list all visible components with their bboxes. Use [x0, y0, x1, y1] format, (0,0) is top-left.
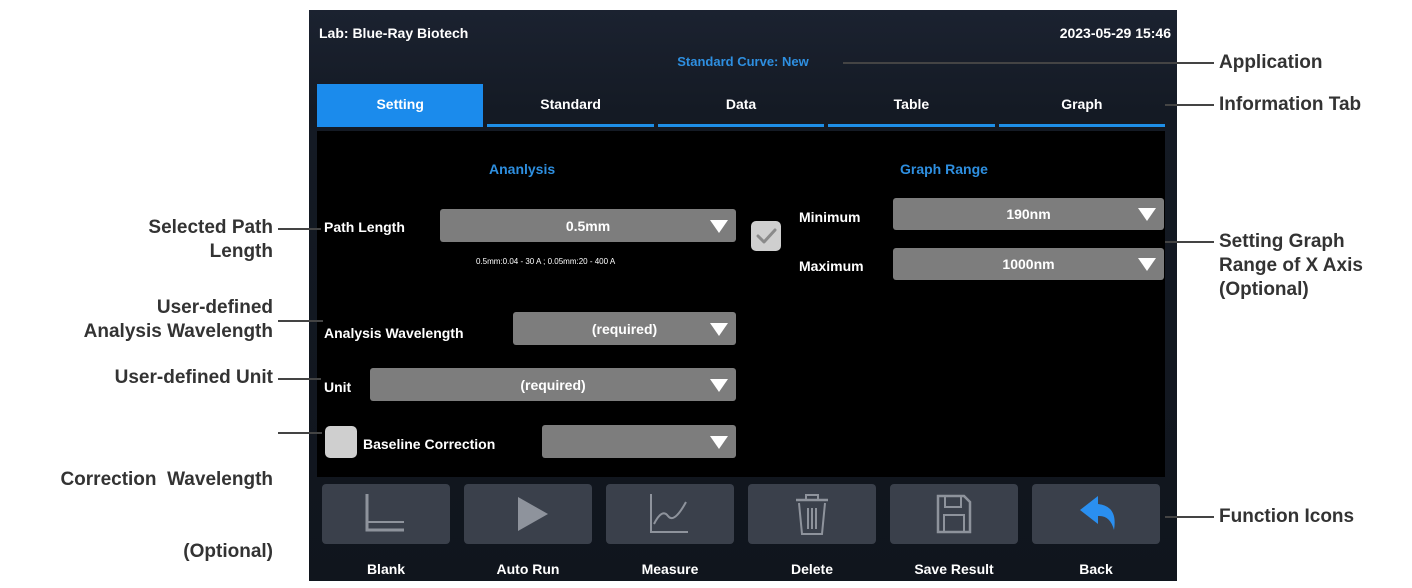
auto-run-button[interactable]: [464, 484, 592, 544]
minimum-dropdown[interactable]: 190nm: [893, 198, 1164, 230]
auto-run-label: Auto Run: [496, 561, 560, 577]
baseline-correction-dropdown[interactable]: [542, 425, 736, 458]
minimum-value: 190nm: [1006, 206, 1051, 222]
trash-icon: [796, 494, 828, 535]
unit-dropdown[interactable]: (required): [370, 368, 736, 401]
device-screen: Lab: Blue-Ray Biotech 2023-05-29 15:46 S…: [309, 10, 1177, 581]
information-tab-callout-line: [1165, 104, 1214, 106]
maximum-value: 1000nm: [1002, 256, 1055, 272]
delete-label: Delete: [790, 561, 834, 577]
graph-range-callout-line: [1165, 241, 1214, 243]
callout-application: Application: [1219, 52, 1323, 73]
tab-data[interactable]: Data: [657, 84, 825, 127]
blank-button[interactable]: [322, 484, 450, 544]
baseline-correction-checkbox[interactable]: [325, 426, 357, 458]
blank-label: Blank: [366, 561, 406, 577]
callout-graph-range: Setting Graph Range of X Axis (Optional): [1219, 231, 1363, 300]
tab-bar: Setting Standard Data Table Graph: [317, 84, 1166, 128]
unit-label: Unit: [324, 379, 352, 395]
chevron-down-icon: [710, 435, 728, 449]
measure-button[interactable]: [606, 484, 734, 544]
delete-button[interactable]: [748, 484, 876, 544]
settings-panel: Ananlysis Graph Range Path Length 0.5mm …: [317, 131, 1165, 477]
maximum-label: Maximum: [799, 258, 864, 274]
path-length-note: 0.5mm:0.04 - 30 A ; 0.05mm:20 - 400 A: [476, 257, 616, 266]
analysis-wavelength-label: Analysis Wavelength: [324, 325, 464, 341]
datetime: 2023-05-29 15:46: [1059, 25, 1171, 41]
chevron-down-icon: [1138, 208, 1156, 221]
chevron-down-icon: [710, 322, 728, 336]
tab-graph[interactable]: Graph: [998, 84, 1166, 127]
callout-user-defined-wavelength: User-defined Analysis Wavelength: [83, 297, 273, 342]
callout-correction-wavelength: Correction Wavelength (Optional): [60, 469, 273, 562]
wavelength-callout-line: [278, 320, 323, 322]
analysis-wavelength-value: (required): [591, 320, 658, 337]
save-result-button[interactable]: [890, 484, 1018, 544]
callout-function-icons: Function Icons: [1219, 506, 1355, 527]
path-length-value: 0.5mm: [565, 217, 611, 234]
maximum-dropdown[interactable]: 1000nm: [893, 248, 1164, 280]
chevron-down-icon: [1138, 258, 1156, 271]
unit-value: (required): [520, 376, 586, 393]
callout-selected-path-length: Selected Path Length: [148, 217, 273, 262]
callout-information-tab: Information Tab: [1219, 94, 1362, 115]
path-length-dropdown[interactable]: 0.5mm: [440, 209, 736, 242]
chevron-down-icon: [710, 219, 728, 233]
save-icon: [936, 494, 972, 534]
minimum-label: Minimum: [799, 209, 861, 225]
back-label: Back: [1079, 561, 1113, 577]
analysis-section-title: Ananlysis: [489, 161, 556, 177]
path-length-callout-line: [278, 228, 321, 230]
graph-range-checkbox[interactable]: [751, 221, 781, 251]
blank-icon: [365, 494, 404, 532]
callout-user-defined-unit: User-defined Unit: [114, 367, 273, 388]
function-icons-callout-line: [1165, 516, 1214, 518]
play-icon: [518, 497, 548, 531]
lab-title: Lab: Blue-Ray Biotech: [319, 25, 469, 41]
function-toolbar: Blank Auto Run Measure Delete Save Resul…: [309, 480, 1177, 581]
back-button[interactable]: [1032, 484, 1160, 544]
tab-table[interactable]: Table: [828, 84, 995, 127]
path-length-label: Path Length: [324, 219, 405, 235]
chevron-down-icon: [710, 378, 728, 392]
measure-label: Measure: [641, 561, 699, 577]
correction-callout-line: [278, 432, 322, 434]
graph-range-section-title: Graph Range: [900, 161, 988, 177]
application-callout-line: [843, 62, 1214, 64]
tab-standard[interactable]: Standard: [487, 84, 654, 127]
baseline-correction-label: Baseline Correction: [363, 436, 496, 452]
back-arrow-icon: [1080, 496, 1115, 530]
checkmark-icon: [756, 228, 777, 244]
unit-callout-line: [278, 378, 321, 380]
save-result-label: Save Result: [914, 561, 994, 577]
measure-chart-icon: [650, 494, 688, 533]
analysis-wavelength-dropdown[interactable]: (required): [513, 312, 736, 345]
tab-setting[interactable]: Setting: [317, 84, 484, 127]
